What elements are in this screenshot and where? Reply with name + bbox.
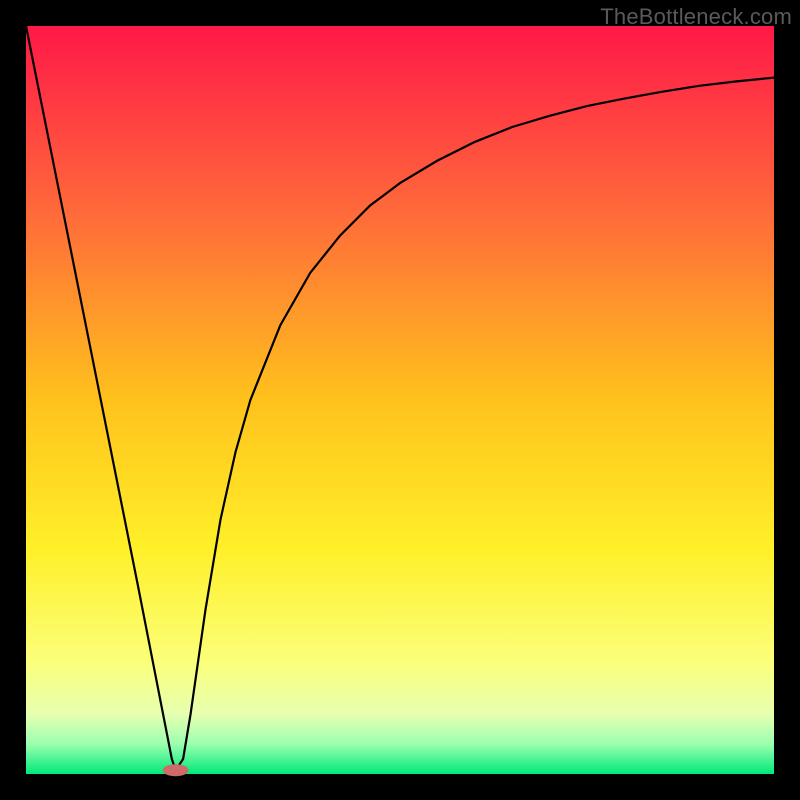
chart-svg [0, 0, 800, 800]
watermark-text: TheBottleneck.com [600, 4, 792, 30]
optimal-point-marker [163, 764, 189, 776]
chart-container: TheBottleneck.com [0, 0, 800, 800]
plot-area [26, 26, 774, 774]
